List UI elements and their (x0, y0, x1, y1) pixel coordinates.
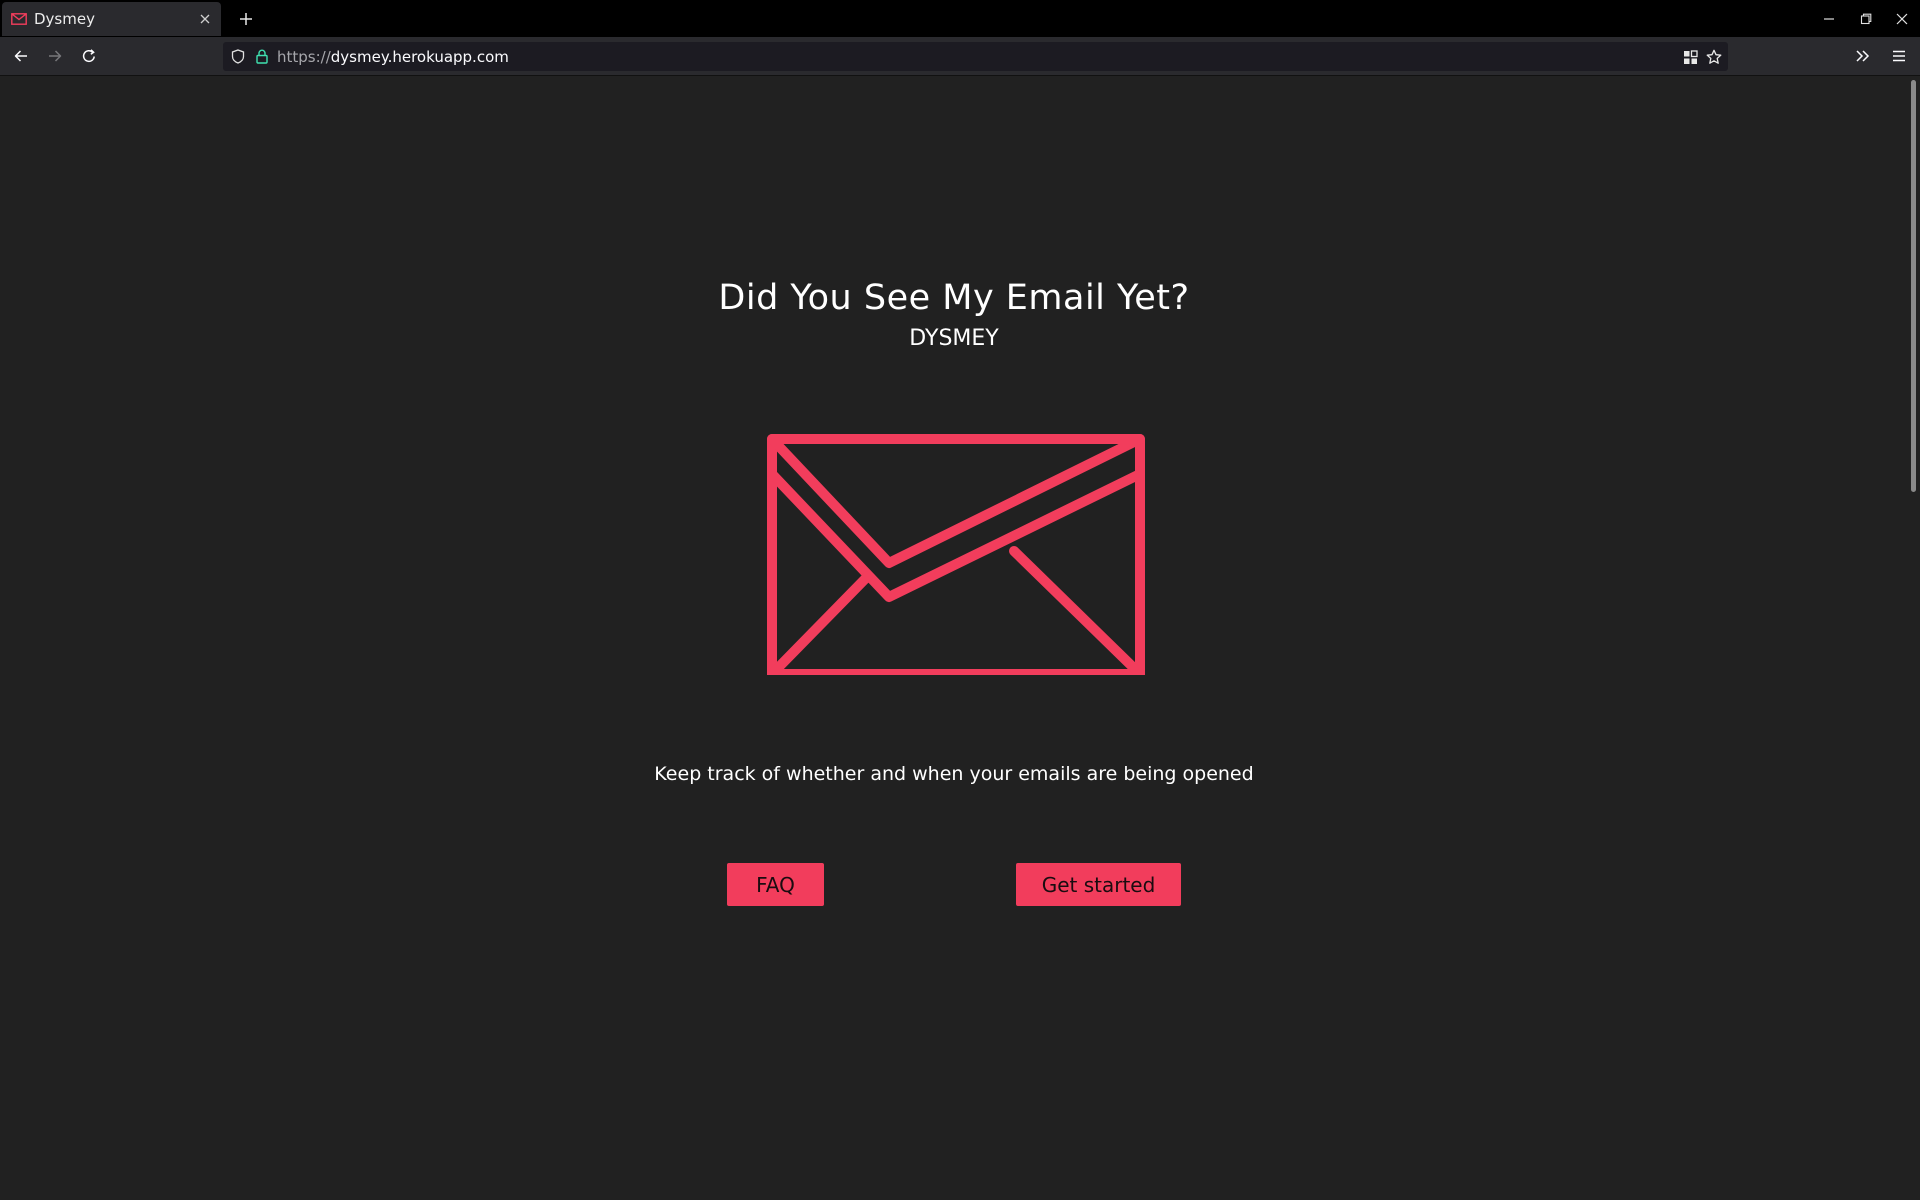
hamburger-icon (1893, 50, 1905, 62)
close-icon (1896, 13, 1908, 25)
reload-button[interactable] (74, 41, 104, 71)
url-scheme: https:// (277, 47, 331, 66)
browser-tab[interactable]: Dysmey (2, 2, 221, 36)
plus-icon (240, 13, 252, 25)
envelope-icon (765, 425, 1145, 679)
back-button[interactable] (6, 41, 36, 71)
lock-icon[interactable] (254, 49, 270, 65)
page-title: Did You See My Email Yet? (718, 278, 1190, 318)
scrollbar[interactable] (1908, 76, 1920, 1200)
overflow-menu-button[interactable] (1848, 41, 1878, 71)
minimize-button[interactable] (1811, 4, 1847, 34)
tab-bar: Dysmey (0, 0, 1920, 37)
navigation-toolbar: https://dysmey.herokuapp.com (0, 37, 1920, 76)
scrollbar-thumb[interactable] (1911, 80, 1916, 492)
envelope-icon (11, 11, 27, 27)
chevrons-right-icon (1856, 50, 1870, 62)
url-bar[interactable]: https://dysmey.herokuapp.com (223, 42, 1728, 71)
tagline: Keep track of whether and when your emai… (654, 763, 1254, 785)
shield-icon[interactable] (230, 49, 246, 65)
new-tab-button[interactable] (231, 4, 261, 34)
arrow-right-icon (49, 50, 62, 62)
app-menu-button[interactable] (1884, 41, 1914, 71)
brand-name: DYSMEY (909, 326, 999, 351)
close-tab-icon[interactable] (193, 7, 217, 31)
url-host: dysmey.herokuapp.com (330, 47, 509, 66)
url-text[interactable]: https://dysmey.herokuapp.com (277, 48, 509, 66)
faq-button[interactable]: FAQ (727, 863, 824, 906)
get-started-button[interactable]: Get started (1016, 863, 1181, 906)
tab-title: Dysmey (34, 10, 95, 28)
reload-icon (82, 49, 95, 63)
restore-button[interactable] (1848, 4, 1884, 34)
arrow-left-icon (14, 50, 27, 62)
close-window-button[interactable] (1884, 4, 1920, 34)
reader-view-icon[interactable] (1678, 45, 1702, 69)
restore-icon (1860, 13, 1872, 25)
star-icon[interactable] (1702, 45, 1726, 69)
minimize-icon (1824, 18, 1834, 20)
forward-button[interactable] (40, 41, 70, 71)
